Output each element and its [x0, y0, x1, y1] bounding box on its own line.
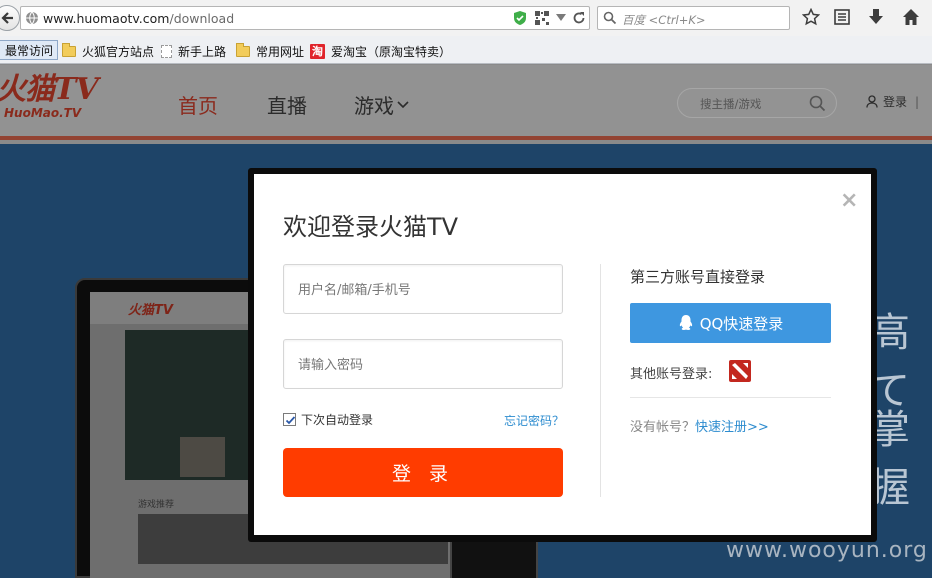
third-party-title: 第三方账号直接登录	[630, 268, 766, 286]
site-logo[interactable]: 火猫TV HuoMao.TV	[0, 73, 99, 120]
shield-icon[interactable]	[513, 10, 527, 26]
remember-label: 下次自动登录	[301, 413, 374, 427]
reload-icon[interactable]	[572, 11, 586, 25]
dota-logo-icon	[732, 363, 748, 379]
user-icon	[866, 95, 878, 108]
remember-checkbox[interactable]	[283, 413, 296, 426]
hero-text-2: 掌握	[870, 407, 910, 511]
qq-login-button[interactable]: QQ快速登录	[630, 303, 831, 343]
browser-toolbar: www.huomaotv.com/download 百度 <Ctrl+K>	[0, 0, 932, 36]
laptop-screen-webcam	[180, 437, 225, 477]
folder-icon	[236, 42, 250, 57]
login-button[interactable]: 登 录	[283, 448, 563, 497]
qq-penguin-icon	[679, 315, 692, 330]
close-icon[interactable]: ×	[840, 190, 858, 212]
username-input[interactable]	[298, 279, 548, 301]
register-link[interactable]: 快速注册>>	[695, 420, 769, 435]
no-account-text: 没有帐号？快速注册>>	[630, 420, 769, 435]
site-search-input[interactable]: 搜主播/游戏	[677, 88, 837, 118]
url-bar[interactable]: www.huomaotv.com/download	[20, 6, 590, 30]
star-icon[interactable]	[802, 8, 820, 26]
chevron-down-icon	[397, 100, 409, 108]
bookmark-firefox-official[interactable]: 火狐官方站点	[62, 42, 154, 60]
checkmark-icon	[285, 416, 296, 425]
search-icon[interactable]	[809, 95, 826, 112]
back-arrow-icon	[1, 12, 13, 24]
taobao-icon: 淘	[310, 43, 325, 59]
qr-code-icon[interactable]	[535, 11, 549, 25]
dota-login-icon[interactable]	[729, 360, 751, 382]
other-accounts-label: 其他账号登录:	[630, 367, 713, 382]
modal-title: 欢迎登录火猫TV	[283, 213, 459, 241]
password-input[interactable]	[298, 354, 548, 376]
page-icon	[161, 44, 172, 58]
url-text[interactable]: www.huomaotv.com/download	[43, 11, 234, 26]
forgot-password-link[interactable]: 忘记密码？	[504, 412, 564, 429]
home-icon[interactable]	[902, 8, 920, 26]
bookmark-ai-taobao[interactable]: 淘爱淘宝（原淘宝特卖）	[310, 42, 451, 60]
remember-me[interactable]: 下次自动登录	[283, 411, 373, 428]
nav-games[interactable]: 游戏	[354, 90, 409, 119]
search-bar[interactable]: 百度 <Ctrl+K>	[597, 6, 790, 30]
folder-icon	[62, 42, 76, 57]
bookmarks-bar: 最常访问 火狐官方站点 新手上路 常用网址 淘爱淘宝（原淘宝特卖）	[0, 36, 932, 64]
password-field[interactable]	[283, 339, 563, 389]
reading-list-icon[interactable]	[833, 8, 851, 26]
modal-divider	[600, 264, 601, 497]
bookmark-most-visited[interactable]: 最常访问	[0, 40, 59, 60]
bookmark-common-sites[interactable]: 常用网址	[236, 42, 304, 60]
download-icon[interactable]	[867, 8, 885, 26]
header-login-link[interactable]: 登录 |	[866, 93, 919, 110]
globe-icon	[26, 11, 38, 25]
search-icon	[603, 11, 617, 25]
nav-home[interactable]: 首页	[178, 90, 218, 119]
username-field[interactable]	[283, 264, 563, 314]
back-button[interactable]	[0, 5, 20, 31]
nav-live[interactable]: 直播	[267, 90, 307, 119]
modal-separator	[630, 397, 831, 398]
search-placeholder: 百度 <Ctrl+K>	[622, 13, 706, 27]
dropdown-arrow-icon[interactable]	[556, 14, 566, 21]
bookmark-getting-started[interactable]: 新手上路	[161, 42, 226, 60]
